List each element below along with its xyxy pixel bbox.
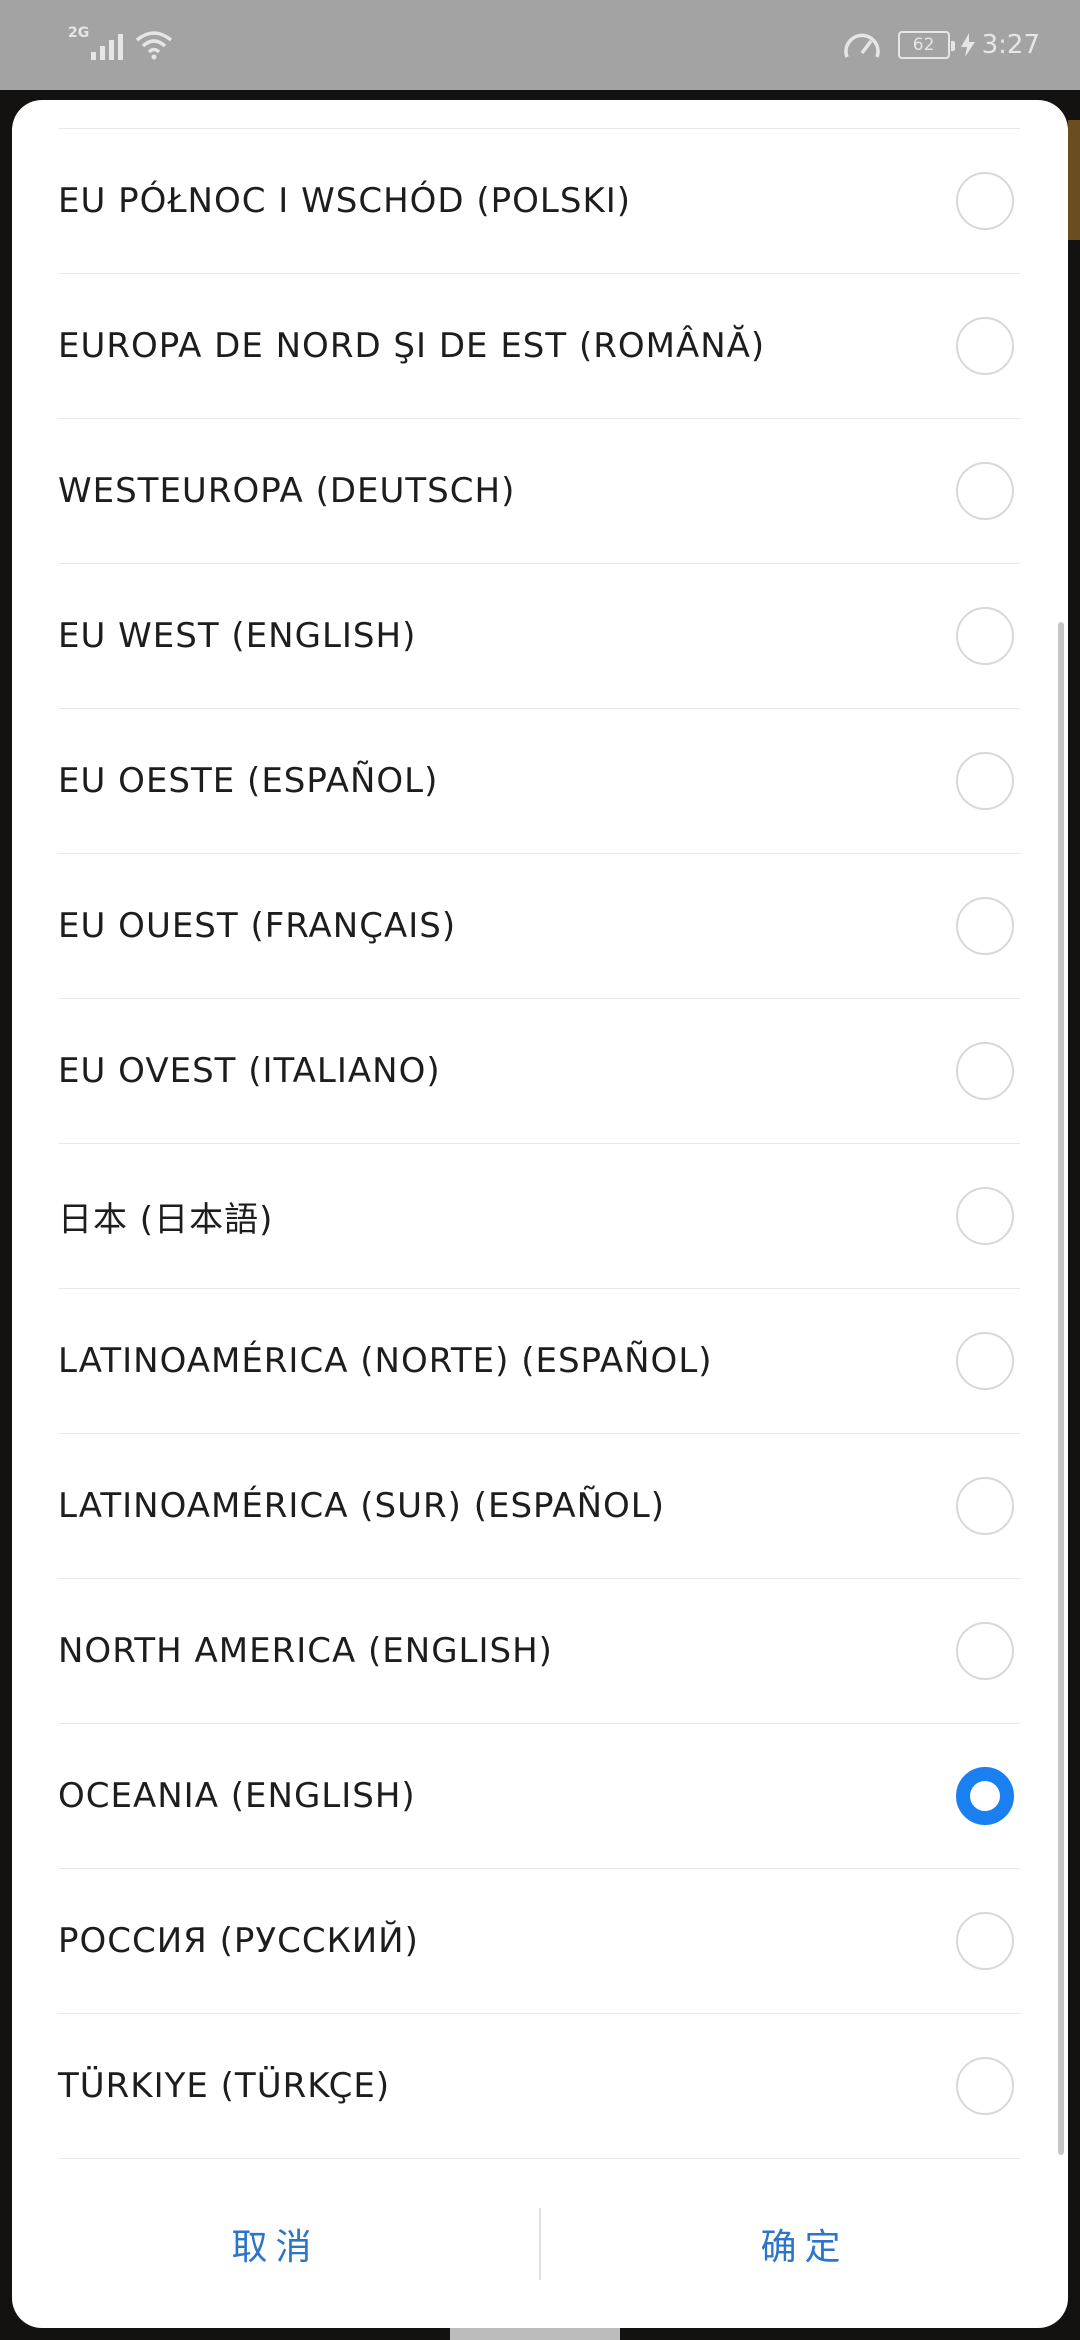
signal-icon bbox=[91, 30, 124, 60]
region-option-label: WESTEUROPA (DEUTSCH) bbox=[58, 471, 516, 511]
radio-button[interactable] bbox=[956, 897, 1014, 955]
region-option[interactable]: LATINOAMÉRICA (SUR) (ESPAÑOL) bbox=[58, 1434, 1020, 1579]
region-option-label: EU WEST (ENGLISH) bbox=[58, 616, 417, 656]
charging-bolt-icon bbox=[960, 33, 975, 57]
region-option[interactable]: EU OESTE (ESPAÑOL) bbox=[58, 709, 1020, 854]
scrollbar[interactable] bbox=[1058, 622, 1064, 2155]
region-list[interactable]: EU PÓŁNOC I WSCHÓD (POLSKI) EUROPA DE NO… bbox=[58, 100, 1020, 2160]
region-option[interactable]: NORTH AMERICA (ENGLISH) bbox=[58, 1579, 1020, 1724]
radio-button[interactable] bbox=[956, 462, 1014, 520]
battery-icon: 62 bbox=[897, 31, 955, 59]
speedometer-icon bbox=[843, 33, 880, 58]
radio-button[interactable] bbox=[956, 1042, 1014, 1100]
region-option[interactable]: EUROPA DE NORD ŞI DE EST (ROMÂNĂ) bbox=[58, 274, 1020, 419]
region-option-selected[interactable]: OCEANIA (ENGLISH) bbox=[58, 1724, 1020, 1869]
radio-button[interactable] bbox=[956, 172, 1014, 230]
status-bar-right: 62 3:27 bbox=[842, 27, 1040, 63]
region-option-label: 日本 (日本語) bbox=[58, 1199, 274, 1240]
radio-button[interactable] bbox=[956, 2057, 1014, 2115]
radio-button[interactable] bbox=[956, 1332, 1014, 1390]
radio-button[interactable] bbox=[956, 1477, 1014, 1535]
region-option[interactable]: TÜRKIYE (TÜRKÇE) bbox=[58, 2014, 1020, 2159]
region-option-label: TÜRKIYE (TÜRKÇE) bbox=[58, 2066, 391, 2106]
region-option[interactable]: EU PÓŁNOC I WSCHÓD (POLSKI) bbox=[58, 129, 1020, 274]
region-option-label: EU OESTE (ESPAÑOL) bbox=[58, 761, 439, 801]
background-accent bbox=[1068, 120, 1080, 240]
region-option-label: LATINOAMÉRICA (SUR) (ESPAÑOL) bbox=[58, 1486, 666, 1526]
region-option-label: EU PÓŁNOC I WSCHÓD (POLSKI) bbox=[58, 181, 632, 221]
region-option-label: OCEANIA (ENGLISH) bbox=[58, 1776, 416, 1816]
region-option-label: EUROPA DE NORD ŞI DE EST (ROMÂNĂ) bbox=[58, 326, 766, 366]
confirm-button[interactable]: 确定 bbox=[541, 2160, 1068, 2328]
region-option-label: NORTH AMERICA (ENGLISH) bbox=[58, 1631, 553, 1671]
region-option[interactable]: EU WEST (ENGLISH) bbox=[58, 564, 1020, 709]
region-option[interactable]: 日本 (日本語) bbox=[58, 1144, 1020, 1289]
cancel-button[interactable]: 取消 bbox=[12, 2160, 539, 2328]
dialog-buttons: 取消 确定 bbox=[12, 2160, 1068, 2328]
region-select-dialog: EU PÓŁNOC I WSCHÓD (POLSKI) EUROPA DE NO… bbox=[12, 100, 1068, 2328]
region-option-label: EU OUEST (FRANÇAIS) bbox=[58, 906, 457, 946]
region-option-label: LATINOAMÉRICA (NORTE) (ESPAÑOL) bbox=[58, 1341, 713, 1381]
wifi-icon bbox=[136, 31, 173, 60]
region-option[interactable]: LATINOAMÉRICA (NORTE) (ESPAÑOL) bbox=[58, 1289, 1020, 1434]
radio-button[interactable] bbox=[956, 1187, 1014, 1245]
status-bar-left: 2G bbox=[68, 25, 173, 60]
radio-button-selected[interactable] bbox=[956, 1767, 1014, 1825]
radio-button[interactable] bbox=[956, 1912, 1014, 1970]
radio-button[interactable] bbox=[956, 752, 1014, 810]
radio-button[interactable] bbox=[956, 317, 1014, 375]
radio-button[interactable] bbox=[956, 607, 1014, 665]
status-time: 3:27 bbox=[981, 30, 1040, 60]
battery-percent: 62 bbox=[912, 35, 935, 55]
radio-button[interactable] bbox=[956, 1622, 1014, 1680]
region-option-label: EU OVEST (ITALIANO) bbox=[58, 1051, 441, 1091]
region-option[interactable]: РОССИЯ (РУССКИЙ) bbox=[58, 1869, 1020, 2014]
region-option[interactable]: EU OVEST (ITALIANO) bbox=[58, 999, 1020, 1144]
status-bar: 2G 62 3:27 bbox=[0, 0, 1080, 90]
network-type: 2G bbox=[68, 25, 90, 41]
region-option[interactable]: EU OUEST (FRANÇAIS) bbox=[58, 854, 1020, 999]
region-option[interactable]: WESTEUROPA (DEUTSCH) bbox=[58, 419, 1020, 564]
region-option-label: РОССИЯ (РУССКИЙ) bbox=[58, 1921, 419, 1961]
